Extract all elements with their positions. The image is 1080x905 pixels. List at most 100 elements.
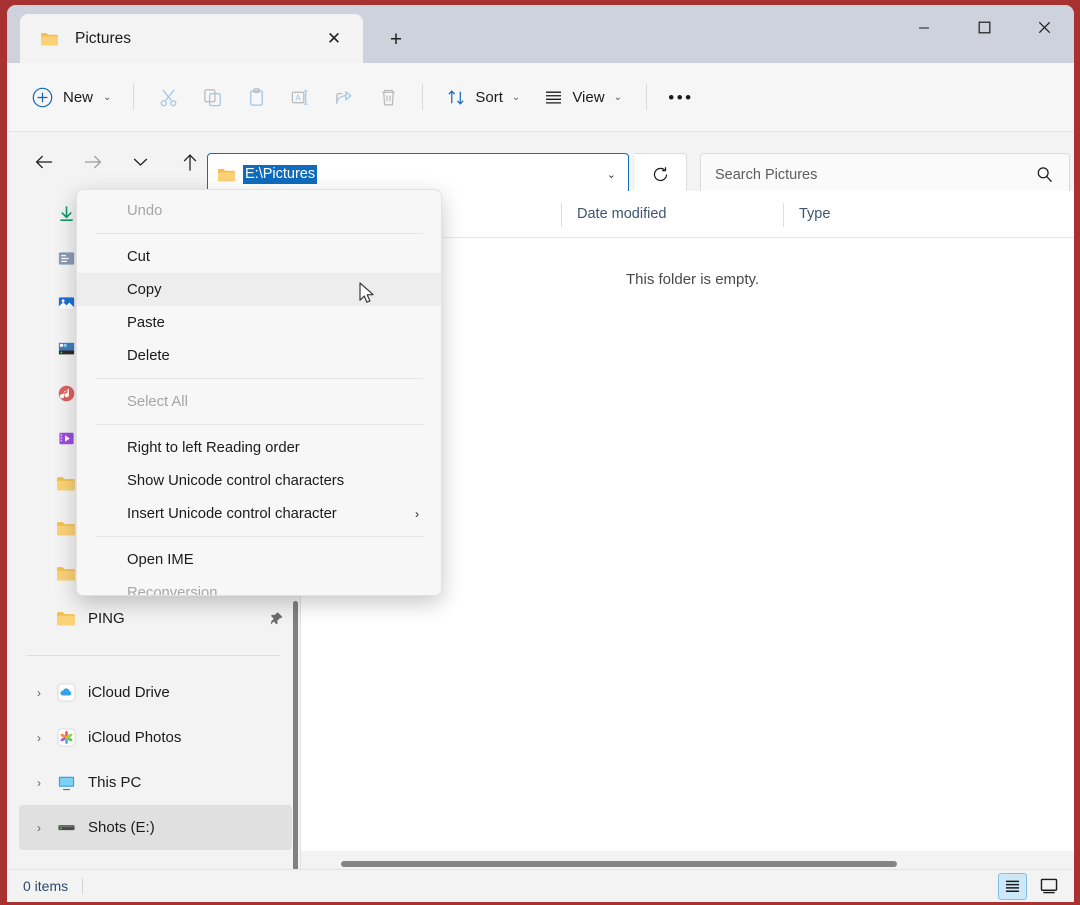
- sidebar-item-label: PING: [88, 610, 125, 627]
- sort-button[interactable]: Sort ⌄: [435, 78, 532, 116]
- sort-icon: [448, 89, 465, 105]
- empty-folder-message: This folder is empty.: [626, 271, 760, 288]
- toolbar-divider-3: [645, 84, 647, 110]
- details-view-button[interactable]: [998, 872, 1027, 900]
- view-button[interactable]: View ⌄: [532, 78, 634, 116]
- forward-button[interactable]: [75, 145, 109, 179]
- sidebar-item-icloud-photos[interactable]: › iCloud Photos: [19, 715, 292, 760]
- menu-item-label: Select All: [127, 393, 188, 410]
- share-icon: [336, 90, 352, 104]
- back-button[interactable]: [27, 145, 61, 179]
- window-controls: [894, 5, 1074, 50]
- search-icon[interactable]: [1036, 166, 1053, 183]
- command-bar: New ⌄ A Sort ⌄ View ⌄ •••: [7, 63, 1074, 132]
- paste-button[interactable]: [234, 78, 278, 116]
- menu-item-select-all: Select All: [77, 385, 441, 418]
- maximize-button[interactable]: [954, 5, 1014, 50]
- menu-item-label: Show Unicode control characters: [127, 472, 345, 489]
- menu-item-label: Paste: [127, 314, 165, 331]
- menu-item-label: Right to left Reading order: [127, 439, 300, 456]
- refresh-icon: [653, 167, 668, 182]
- menu-separator: [95, 233, 423, 234]
- close-window-button[interactable]: [1014, 5, 1074, 50]
- sidebar-item-label: iCloud Photos: [88, 729, 182, 746]
- menu-item-right-to-left-reading-order[interactable]: Right to left Reading order: [77, 431, 441, 464]
- tab-pictures[interactable]: Pictures ✕: [20, 14, 363, 63]
- view-toggle-group: [998, 872, 1063, 900]
- toolbar-divider: [133, 84, 135, 110]
- menu-item-insert-unicode-control-character[interactable]: Insert Unicode control character ›: [77, 497, 441, 530]
- menu-item-label: Delete: [127, 347, 170, 364]
- titlebar: Pictures ✕ +: [7, 5, 1074, 63]
- address-path-text[interactable]: E:\Pictures: [243, 165, 318, 184]
- chevron-right-icon[interactable]: ›: [31, 731, 47, 745]
- menu-item-show-unicode-control-characters[interactable]: Show Unicode control characters: [77, 464, 441, 497]
- chevron-right-icon[interactable]: ›: [31, 686, 47, 700]
- sidebar-item-label: iCloud Drive: [88, 684, 170, 701]
- menu-separator: [95, 536, 423, 537]
- minimize-button[interactable]: [894, 5, 954, 50]
- folder-icon: [217, 167, 236, 183]
- copy-icon: [204, 88, 221, 106]
- large-icons-view-button[interactable]: [1034, 873, 1063, 900]
- paste-icon: [250, 87, 263, 106]
- ellipsis-icon: •••: [668, 87, 694, 107]
- menu-item-copy[interactable]: Copy: [77, 273, 441, 306]
- column-header-label: Date modified: [577, 206, 667, 222]
- menu-item-cut[interactable]: Cut: [77, 240, 441, 273]
- sidebar-item-this-pc[interactable]: › This PC: [19, 760, 292, 805]
- recent-locations-button[interactable]: [123, 145, 157, 179]
- folder-icon: [53, 610, 79, 627]
- sidebar-item-icloud-drive[interactable]: › iCloud Drive: [19, 670, 292, 715]
- menu-item-open-ime[interactable]: Open IME: [77, 543, 441, 576]
- search-input[interactable]: [715, 166, 1036, 183]
- new-button-label: New: [63, 88, 94, 106]
- column-header-type[interactable]: Type: [783, 191, 933, 238]
- chevron-down-icon: ⌄: [511, 91, 521, 103]
- details-view-icon: [1005, 880, 1020, 892]
- new-button[interactable]: New ⌄: [32, 79, 121, 115]
- rename-button[interactable]: A: [278, 78, 322, 116]
- menu-item-label: Cut: [127, 248, 151, 265]
- close-tab-icon[interactable]: ✕: [319, 24, 349, 54]
- chevron-right-icon[interactable]: ›: [31, 776, 47, 790]
- tab-title: Pictures: [75, 29, 131, 47]
- share-button[interactable]: [322, 78, 366, 116]
- pin-icon[interactable]: [269, 611, 284, 626]
- up-button[interactable]: [173, 145, 207, 179]
- folder-icon: [40, 31, 59, 47]
- delete-button[interactable]: [366, 78, 410, 116]
- drive-icon: [53, 818, 79, 837]
- menu-item-delete[interactable]: Delete: [77, 339, 441, 372]
- icloud-drive-icon: [53, 683, 79, 702]
- sort-button-label: Sort: [475, 88, 503, 106]
- chevron-down-icon[interactable]: ⌄: [607, 168, 616, 181]
- column-header-date-modified[interactable]: Date modified: [561, 191, 783, 238]
- chevron-down-icon: ⌄: [103, 91, 112, 103]
- copy-button[interactable]: [190, 78, 234, 116]
- column-header-label: Type: [799, 206, 831, 222]
- menu-item-label: Open IME: [127, 551, 194, 568]
- chevron-right-icon[interactable]: ›: [31, 821, 47, 835]
- item-count-label: 0 items: [23, 878, 84, 894]
- chevron-right-icon: ›: [415, 506, 419, 521]
- large-icons-view-icon: [1040, 878, 1057, 894]
- new-tab-button[interactable]: +: [378, 25, 414, 55]
- more-options-button[interactable]: •••: [659, 78, 703, 116]
- sidebar-item-ping[interactable]: PING: [19, 596, 292, 641]
- menu-item-undo: Undo: [77, 194, 441, 227]
- menu-item-label: Copy: [127, 281, 162, 298]
- menu-item-paste[interactable]: Paste: [77, 306, 441, 339]
- menu-separator: [95, 424, 423, 425]
- menu-item-label: Undo: [127, 202, 163, 219]
- sidebar-item-shots-e[interactable]: › Shots (E:): [19, 805, 292, 850]
- cut-button[interactable]: [146, 78, 190, 116]
- menu-item-label: Reconversion: [127, 584, 218, 596]
- sidebar-item-label: Shots (E:): [88, 819, 155, 836]
- scrollbar-thumb[interactable]: [341, 861, 897, 867]
- svg-text:A: A: [295, 93, 301, 102]
- menu-item-label: Insert Unicode control character: [127, 505, 337, 522]
- plus-circle-icon: [32, 87, 53, 107]
- toolbar-divider-2: [422, 84, 424, 110]
- sidebar-scrollbar[interactable]: [293, 601, 298, 877]
